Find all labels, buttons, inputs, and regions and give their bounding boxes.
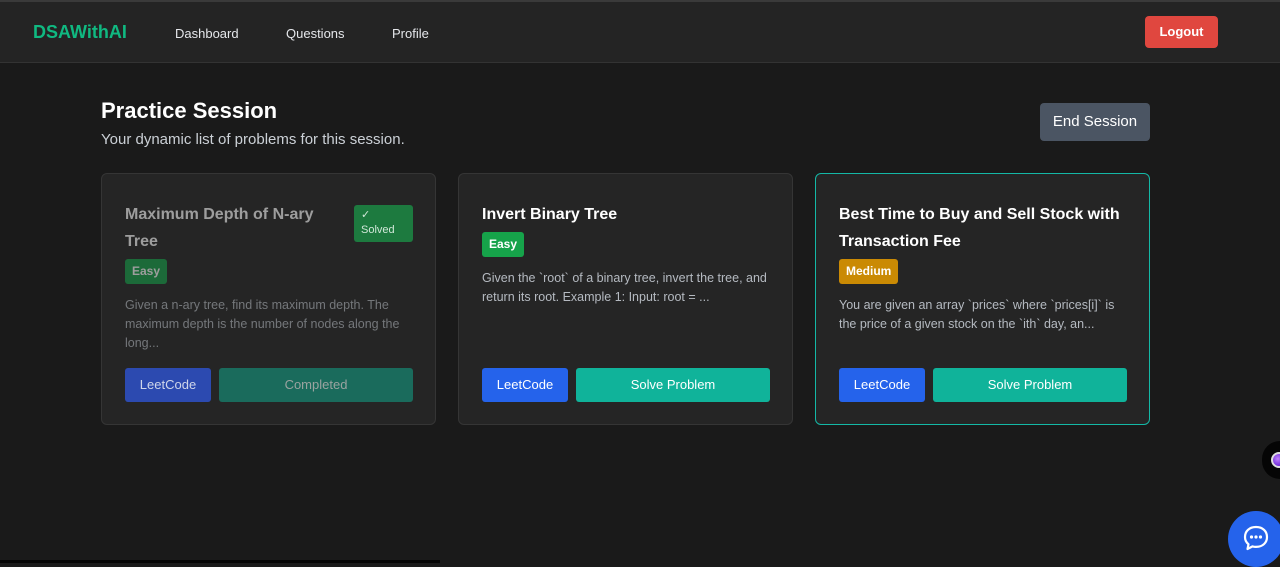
solved-badge: ✓ Solved (354, 205, 413, 242)
nav-questions[interactable]: Questions (286, 26, 345, 41)
completed-button[interactable]: Completed (219, 368, 413, 402)
top-navbar: DSAWithAI Dashboard Questions Profile Lo… (0, 2, 1280, 63)
chat-bubble-icon (1243, 525, 1269, 551)
problem-title: Invert Binary Tree (482, 206, 618, 223)
difficulty-badge: Easy (482, 232, 525, 257)
leetcode-button[interactable]: LeetCode (839, 368, 925, 402)
page-subtitle: Your dynamic list of problems for this s… (101, 131, 405, 148)
end-session-button[interactable]: End Session (1040, 103, 1150, 141)
solve-problem-button[interactable]: Solve Problem (933, 368, 1127, 402)
solve-problem-button[interactable]: Solve Problem (576, 368, 770, 402)
extension-widget[interactable] (1262, 441, 1280, 479)
leetcode-button[interactable]: LeetCode (125, 368, 211, 402)
problem-description: You are given an array `prices` where `p… (839, 298, 1115, 331)
problem-card: Maximum Depth of N-ary Tree ✓ Solved Eas… (101, 173, 436, 425)
solved-label: Solved (361, 224, 395, 236)
difficulty-badge: Medium (839, 259, 899, 284)
extension-icon (1271, 452, 1280, 468)
problem-title: Best Time to Buy and Sell Stock with Tra… (839, 206, 1120, 250)
problem-description: Given a n-ary tree, find its maximum dep… (125, 298, 400, 350)
leetcode-button[interactable]: LeetCode (482, 368, 568, 402)
brand-logo[interactable]: DSAWithAI (33, 22, 127, 43)
logout-button[interactable]: Logout (1145, 16, 1218, 48)
difficulty-badge: Easy (125, 259, 168, 284)
nav-dashboard[interactable]: Dashboard (175, 26, 239, 41)
problem-card: Best Time to Buy and Sell Stock with Tra… (815, 173, 1150, 425)
problem-description: Given the `root` of a binary tree, inver… (482, 271, 767, 304)
check-icon: ✓ (361, 209, 371, 221)
page-title: Practice Session (101, 98, 278, 123)
problem-card: Invert Binary Tree Easy Given the `root`… (458, 173, 793, 425)
problem-title: Maximum Depth of N-ary Tree (125, 206, 314, 250)
nav-profile[interactable]: Profile (392, 26, 429, 41)
chat-button[interactable] (1228, 511, 1280, 567)
